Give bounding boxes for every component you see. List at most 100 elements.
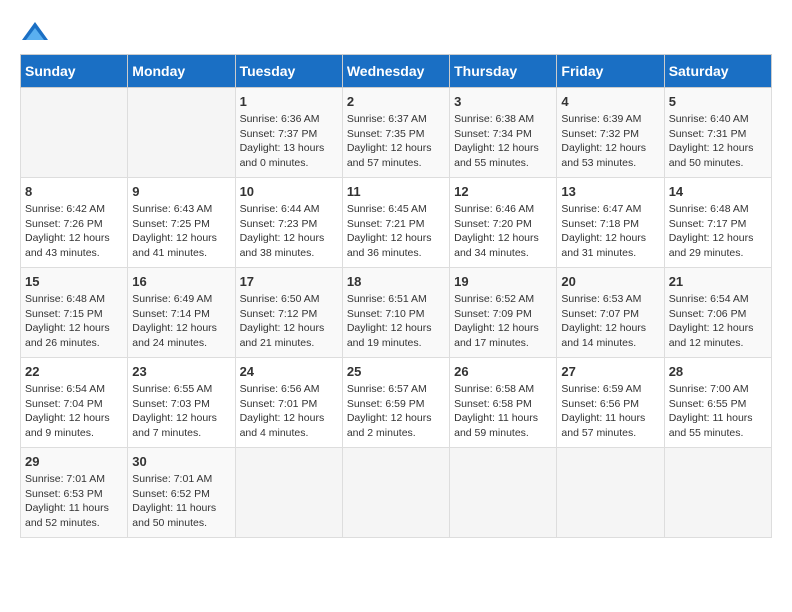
- day-number: 24: [240, 364, 338, 379]
- day-number: 17: [240, 274, 338, 289]
- calendar-cell: 28 Sunrise: 7:00 AM Sunset: 6:55 PM Dayli…: [664, 358, 771, 448]
- day-number: 20: [561, 274, 659, 289]
- day-number: 5: [669, 94, 767, 109]
- calendar-cell: 5Sunrise: 6:40 AM Sunset: 7:31 PM Daylig…: [664, 88, 771, 178]
- day-info: Sunrise: 6:56 AM Sunset: 7:01 PM Dayligh…: [240, 382, 338, 441]
- calendar-cell: 8 Sunrise: 6:42 AM Sunset: 7:26 PM Daylig…: [21, 178, 128, 268]
- day-info: Sunrise: 6:42 AM Sunset: 7:26 PM Dayligh…: [25, 202, 123, 261]
- day-number: 11: [347, 184, 445, 199]
- weekday-header-monday: Monday: [128, 55, 235, 88]
- day-info: Sunrise: 6:48 AM Sunset: 7:17 PM Dayligh…: [669, 202, 767, 261]
- calendar-cell: [235, 448, 342, 538]
- day-number: 12: [454, 184, 552, 199]
- day-info: Sunrise: 6:44 AM Sunset: 7:23 PM Dayligh…: [240, 202, 338, 261]
- calendar-cell: 26 Sunrise: 6:58 AM Sunset: 6:58 PM Dayli…: [450, 358, 557, 448]
- day-info: Sunrise: 6:36 AM Sunset: 7:37 PM Dayligh…: [240, 112, 338, 171]
- day-number: 15: [25, 274, 123, 289]
- calendar-cell: 10 Sunrise: 6:44 AM Sunset: 7:23 PM Dayli…: [235, 178, 342, 268]
- calendar-cell: 19 Sunrise: 6:52 AM Sunset: 7:09 PM Dayli…: [450, 268, 557, 358]
- day-info: Sunrise: 6:52 AM Sunset: 7:09 PM Dayligh…: [454, 292, 552, 351]
- calendar-cell: 9 Sunrise: 6:43 AM Sunset: 7:25 PM Daylig…: [128, 178, 235, 268]
- calendar-cell: 23Sunrise: 6:55 AM Sunset: 7:03 PM Dayli…: [128, 358, 235, 448]
- calendar-cell: 15 Sunrise: 6:48 AM Sunset: 7:15 PM Dayli…: [21, 268, 128, 358]
- day-info: Sunrise: 6:57 AM Sunset: 6:59 PM Dayligh…: [347, 382, 445, 441]
- day-number: 9: [132, 184, 230, 199]
- calendar-cell: [664, 448, 771, 538]
- day-info: Sunrise: 6:54 AM Sunset: 7:06 PM Dayligh…: [669, 292, 767, 351]
- day-info: Sunrise: 6:38 AM Sunset: 7:34 PM Dayligh…: [454, 112, 552, 171]
- day-number: 3: [454, 94, 552, 109]
- day-number: 1: [240, 94, 338, 109]
- day-info: Sunrise: 7:00 AM Sunset: 6:55 PM Dayligh…: [669, 382, 767, 441]
- day-info: Sunrise: 6:51 AM Sunset: 7:10 PM Dayligh…: [347, 292, 445, 351]
- calendar-cell: 4 Sunrise: 6:39 AM Sunset: 7:32 PM Daylig…: [557, 88, 664, 178]
- weekday-header-thursday: Thursday: [450, 55, 557, 88]
- day-number: 13: [561, 184, 659, 199]
- weekday-header-sunday: Sunday: [21, 55, 128, 88]
- day-info: Sunrise: 6:53 AM Sunset: 7:07 PM Dayligh…: [561, 292, 659, 351]
- calendar-cell: 22 Sunrise: 6:54 AM Sunset: 7:04 PM Dayli…: [21, 358, 128, 448]
- day-info: Sunrise: 6:54 AM Sunset: 7:04 PM Dayligh…: [25, 382, 123, 441]
- day-info: Sunrise: 6:39 AM Sunset: 7:32 PM Dayligh…: [561, 112, 659, 171]
- day-number: 2: [347, 94, 445, 109]
- day-number: 4: [561, 94, 659, 109]
- calendar-cell: 14Sunrise: 6:48 AM Sunset: 7:17 PM Dayli…: [664, 178, 771, 268]
- logo-icon: [20, 20, 50, 44]
- logo: [20, 20, 54, 44]
- calendar-cell: [450, 448, 557, 538]
- calendar-cell: 25 Sunrise: 6:57 AM Sunset: 6:59 PM Dayli…: [342, 358, 449, 448]
- calendar-cell: 3 Sunrise: 6:38 AM Sunset: 7:34 PM Daylig…: [450, 88, 557, 178]
- calendar-cell: [128, 88, 235, 178]
- calendar-table: SundayMondayTuesdayWednesdayThursdayFrid…: [20, 54, 772, 538]
- day-info: Sunrise: 6:48 AM Sunset: 7:15 PM Dayligh…: [25, 292, 123, 351]
- day-number: 28: [669, 364, 767, 379]
- day-number: 30: [132, 454, 230, 469]
- calendar-cell: 11 Sunrise: 6:45 AM Sunset: 7:21 PM Dayli…: [342, 178, 449, 268]
- calendar-cell: 18Sunrise: 6:51 AM Sunset: 7:10 PM Dayli…: [342, 268, 449, 358]
- calendar-week-row: 29Sunrise: 7:01 AM Sunset: 6:53 PM Dayli…: [21, 448, 772, 538]
- calendar-week-row: 1 Sunrise: 6:36 AM Sunset: 7:37 PM Daylig…: [21, 88, 772, 178]
- calendar-cell: 20 Sunrise: 6:53 AM Sunset: 7:07 PM Dayli…: [557, 268, 664, 358]
- calendar-week-row: 8 Sunrise: 6:42 AM Sunset: 7:26 PM Daylig…: [21, 178, 772, 268]
- day-info: Sunrise: 6:45 AM Sunset: 7:21 PM Dayligh…: [347, 202, 445, 261]
- day-info: Sunrise: 6:37 AM Sunset: 7:35 PM Dayligh…: [347, 112, 445, 171]
- day-number: 21: [669, 274, 767, 289]
- day-number: 8: [25, 184, 123, 199]
- calendar-cell: [21, 88, 128, 178]
- day-number: 25: [347, 364, 445, 379]
- calendar-week-row: 22 Sunrise: 6:54 AM Sunset: 7:04 PM Dayli…: [21, 358, 772, 448]
- calendar-week-row: 15 Sunrise: 6:48 AM Sunset: 7:15 PM Dayli…: [21, 268, 772, 358]
- weekday-header-friday: Friday: [557, 55, 664, 88]
- day-number: 29: [25, 454, 123, 469]
- calendar-cell: 27 Sunrise: 6:59 AM Sunset: 6:56 PM Dayli…: [557, 358, 664, 448]
- calendar-cell: 24 Sunrise: 6:56 AM Sunset: 7:01 PM Dayli…: [235, 358, 342, 448]
- calendar-cell: 17 Sunrise: 6:50 AM Sunset: 7:12 PM Dayli…: [235, 268, 342, 358]
- weekday-header-saturday: Saturday: [664, 55, 771, 88]
- calendar-cell: 13 Sunrise: 6:47 AM Sunset: 7:18 PM Dayli…: [557, 178, 664, 268]
- calendar-cell: 12 Sunrise: 6:46 AM Sunset: 7:20 PM Dayli…: [450, 178, 557, 268]
- day-number: 10: [240, 184, 338, 199]
- day-number: 16: [132, 274, 230, 289]
- page-header: [20, 20, 772, 44]
- day-number: 26: [454, 364, 552, 379]
- day-info: Sunrise: 6:43 AM Sunset: 7:25 PM Dayligh…: [132, 202, 230, 261]
- day-info: Sunrise: 6:59 AM Sunset: 6:56 PM Dayligh…: [561, 382, 659, 441]
- day-number: 22: [25, 364, 123, 379]
- day-info: Sunrise: 6:47 AM Sunset: 7:18 PM Dayligh…: [561, 202, 659, 261]
- weekday-header-wednesday: Wednesday: [342, 55, 449, 88]
- day-info: Sunrise: 6:46 AM Sunset: 7:20 PM Dayligh…: [454, 202, 552, 261]
- day-info: Sunrise: 7:01 AM Sunset: 6:52 PM Dayligh…: [132, 472, 230, 531]
- calendar-cell: [557, 448, 664, 538]
- day-number: 19: [454, 274, 552, 289]
- day-info: Sunrise: 6:49 AM Sunset: 7:14 PM Dayligh…: [132, 292, 230, 351]
- weekday-header-tuesday: Tuesday: [235, 55, 342, 88]
- calendar-cell: 16 Sunrise: 6:49 AM Sunset: 7:14 PM Dayli…: [128, 268, 235, 358]
- calendar-cell: 1 Sunrise: 6:36 AM Sunset: 7:37 PM Daylig…: [235, 88, 342, 178]
- day-info: Sunrise: 6:50 AM Sunset: 7:12 PM Dayligh…: [240, 292, 338, 351]
- calendar-cell: 21 Sunrise: 6:54 AM Sunset: 7:06 PM Dayli…: [664, 268, 771, 358]
- weekday-header-row: SundayMondayTuesdayWednesdayThursdayFrid…: [21, 55, 772, 88]
- day-info: Sunrise: 6:58 AM Sunset: 6:58 PM Dayligh…: [454, 382, 552, 441]
- day-info: Sunrise: 6:55 AM Sunset: 7:03 PM Dayligh…: [132, 382, 230, 441]
- calendar-cell: 30 Sunrise: 7:01 AM Sunset: 6:52 PM Dayli…: [128, 448, 235, 538]
- day-number: 27: [561, 364, 659, 379]
